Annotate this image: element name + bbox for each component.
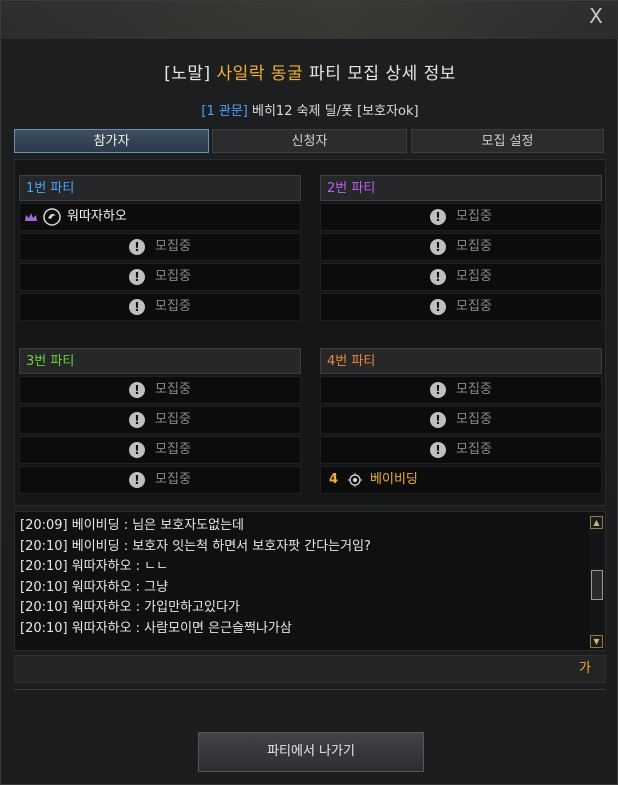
party-3-slot-1: ! 모집중 [19, 376, 301, 404]
party-3-header: 3번 파티 [19, 348, 301, 374]
party-subtitle: [1 관문] 베히12 숙제 딜/폿 [보호자ok] [1, 100, 618, 119]
party-3-slot-2: ! 모집중 [19, 406, 301, 434]
chat-mode-toggle[interactable]: 가 [579, 656, 591, 682]
recruiting-label: 모집중 [456, 442, 492, 457]
recruiting-label: 모집중 [456, 209, 492, 224]
party-1-header: 1번 파티 [19, 175, 301, 201]
warning-icon: ! [129, 472, 146, 488]
party-2-slot-2: ! 모집중 [320, 233, 602, 261]
party-member[interactable]: 워따자하오 [24, 204, 127, 230]
recruiting-label: 모집중 [155, 382, 191, 397]
chat-line: [20:10] 워따자하오 : 그냥 [20, 579, 169, 595]
party-4-slot-2: ! 모집중 [320, 406, 602, 434]
scroll-up-icon[interactable]: ▲ [590, 516, 603, 529]
recruiting-label: 모집중 [456, 412, 492, 427]
recruiting-label: 모집중 [155, 442, 191, 457]
recruiting-label: 모집중 [155, 472, 191, 487]
tab-bar: 참가자 신청자 모집 설정 [14, 129, 604, 153]
class-icon [43, 208, 61, 226]
party-2-slot-4: ! 모집중 [320, 293, 602, 321]
tab-participants[interactable]: 참가자 [14, 129, 209, 153]
window-title: [노말] 사일락 동굴 파티 모집 상세 정보 [1, 59, 618, 84]
party-4-slot-1: ! 모집중 [320, 376, 602, 404]
party-2: 2번 파티 ! 모집중 ! 모집중 ! 모집중 ! 모집중 [320, 175, 602, 321]
tab-recruit-settings[interactable]: 모집 설정 [411, 129, 604, 153]
party-3-name: 3번 파티 [26, 354, 75, 369]
chat-input-bar: 가 [14, 655, 606, 683]
warning-icon: ! [129, 239, 146, 255]
party-4-slot-4[interactable]: 4 베이비딩 [320, 466, 602, 494]
warning-icon: ! [129, 299, 146, 315]
leader-crown-icon [25, 213, 37, 221]
party-1-slot-4: ! 모집중 [19, 293, 301, 321]
recruiting-label: 모집중 [456, 269, 492, 284]
recruiting-label: 모집중 [155, 412, 191, 427]
warning-icon: ! [430, 299, 447, 315]
party-3: 3번 파티 ! 모집중 ! 모집중 ! 모집중 ! 모집중 [19, 348, 301, 494]
dungeon-name: 사일락 동굴 [216, 64, 304, 84]
leave-party-button[interactable]: 파티에서 나가기 [198, 732, 424, 772]
member-name: 베이비딩 [370, 472, 418, 487]
party-description: 베히12 숙제 딜/폿 [보호자ok] [247, 104, 419, 119]
party-4-name: 4번 파티 [327, 354, 376, 369]
warning-icon: ! [129, 442, 146, 458]
party-1-slot-3: ! 모집중 [19, 263, 301, 291]
chat-scrollbar[interactable]: ▲ ▼ [589, 514, 605, 650]
chat-line: [20:10] 워따자하오 : 사람모이면 은근슬쩍나가삼 [20, 620, 292, 636]
warning-icon: ! [430, 382, 447, 398]
party-2-slot-1: ! 모집중 [320, 203, 602, 231]
party-member[interactable]: 4 베이비딩 [325, 467, 418, 493]
warning-icon: ! [430, 209, 447, 225]
gate-label: [1 관문] [201, 104, 248, 119]
warning-icon: ! [129, 382, 146, 398]
recruiting-label: 모집중 [456, 382, 492, 397]
divider [14, 689, 606, 690]
recruiting-label: 모집중 [456, 299, 492, 314]
chat-line: [20:10] 베이비딩 : 보호자 잇는척 하면서 보호자팟 간다는거임? [20, 538, 371, 554]
member-slot-number: 4 [329, 472, 339, 487]
chat-line: [20:10] 워따자하오 : 가입만하고있다가 [20, 600, 240, 615]
party-2-name: 2번 파티 [327, 181, 376, 196]
scroll-down-icon[interactable]: ▼ [590, 635, 603, 648]
warning-icon: ! [129, 269, 146, 285]
window-header-strip [1, 1, 618, 39]
party-detail-window: X [노말] 사일락 동굴 파티 모집 상세 정보 [1 관문] 베히12 숙제… [0, 0, 618, 785]
party-1-slot-1[interactable]: 워따자하오 [19, 203, 301, 231]
party-3-slot-4: ! 모집중 [19, 466, 301, 494]
chat-line: [20:09] 베이비딩 : 님은 보호자도없는데 [20, 518, 244, 533]
chat-lines: [20:09] 베이비딩 : 님은 보호자도없는데 [20:10] 베이비딩 :… [20, 516, 580, 639]
tab-applicants[interactable]: 신청자 [212, 129, 407, 153]
member-name: 워따자하오 [67, 209, 127, 224]
title-suffix: 파티 모집 상세 정보 [303, 64, 456, 84]
chat-input[interactable] [19, 658, 563, 682]
party-1-name: 1번 파티 [26, 181, 75, 196]
party-2-slot-3: ! 모집중 [320, 263, 602, 291]
scroll-thumb[interactable] [591, 570, 603, 600]
party-4-slot-3: ! 모집중 [320, 436, 602, 464]
class-icon [347, 472, 364, 488]
warning-icon: ! [129, 412, 146, 428]
warning-icon: ! [430, 412, 447, 428]
party-1: 1번 파티 워따자하오 ! 모집중 ! 모집중 ! 모집중 [19, 175, 301, 321]
party-4-header: 4번 파티 [320, 348, 602, 374]
party-1-slot-2: ! 모집중 [19, 233, 301, 261]
title-prefix: [노말] [164, 64, 217, 84]
recruiting-label: 모집중 [155, 299, 191, 314]
recruiting-label: 모집중 [456, 239, 492, 254]
recruiting-label: 모집중 [155, 269, 191, 284]
party-3-slot-3: ! 모집중 [19, 436, 301, 464]
warning-icon: ! [430, 269, 447, 285]
party-2-header: 2번 파티 [320, 175, 602, 201]
chat-log[interactable]: [20:09] 베이비딩 : 님은 보호자도없는데 [20:10] 베이비딩 :… [14, 511, 606, 651]
warning-icon: ! [430, 239, 447, 255]
chat-line: [20:10] 워따자하오 : ㄴㄴ [20, 559, 169, 574]
recruiting-label: 모집중 [155, 239, 191, 254]
party-4: 4번 파티 ! 모집중 ! 모집중 ! 모집중 4 베이비딩 [320, 348, 602, 494]
warning-icon: ! [430, 442, 447, 458]
close-icon[interactable]: X [585, 5, 607, 27]
